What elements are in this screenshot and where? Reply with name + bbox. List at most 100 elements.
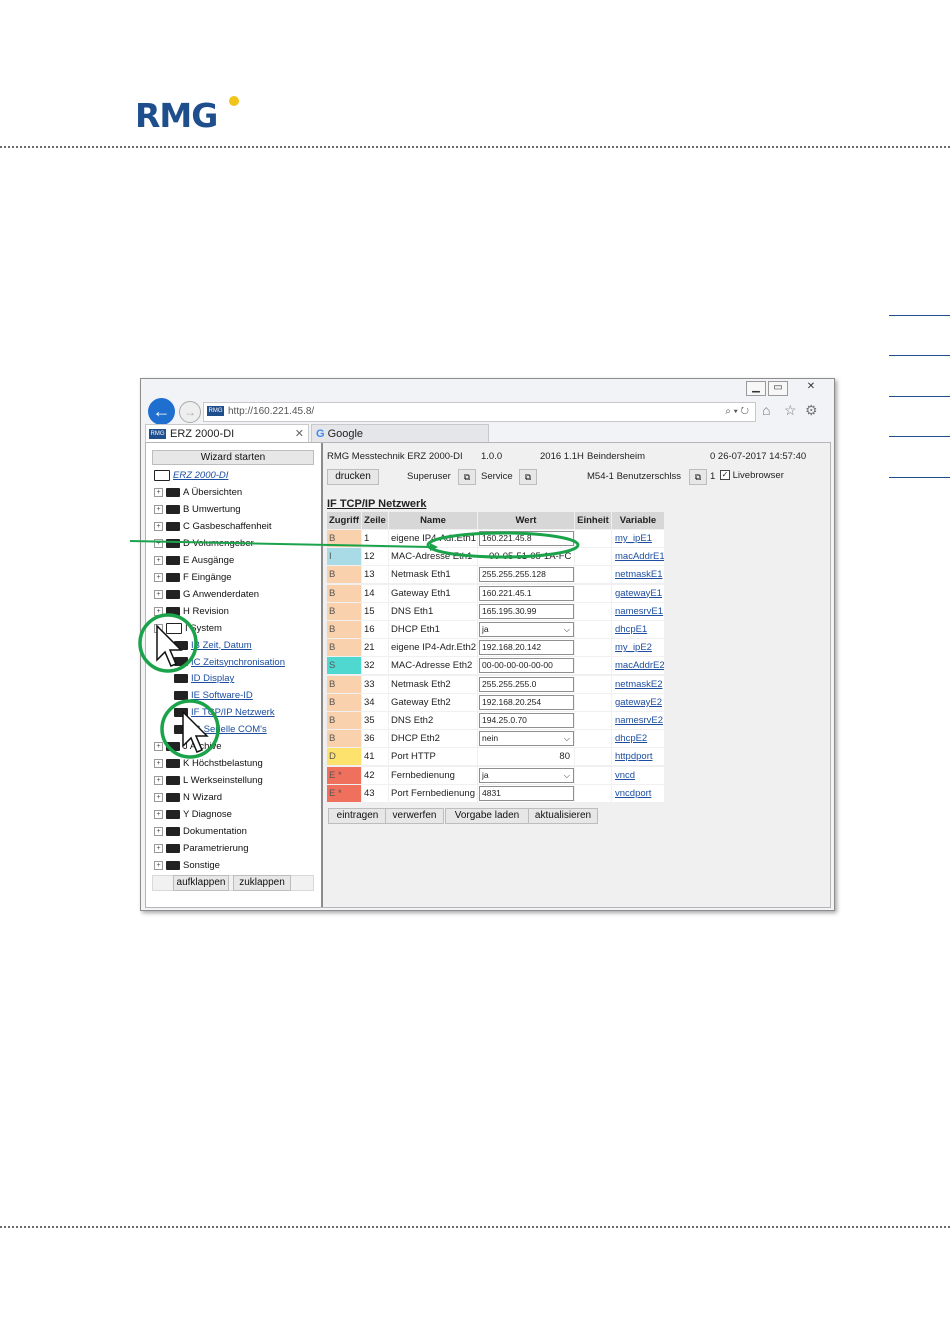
expand-toggle-icon[interactable]: + [154, 776, 163, 786]
expand-toggle-icon[interactable]: + [154, 826, 163, 836]
action-button[interactable]: verwerfen [385, 808, 444, 824]
expand-toggle-icon[interactable]: + [154, 742, 163, 752]
variable-link[interactable]: namesrvE2 [612, 712, 664, 729]
expand-toggle-icon[interactable]: + [154, 555, 163, 565]
expand-toggle-icon[interactable]: + [154, 606, 163, 616]
address-bar[interactable]: RMG http://160.221.45.8/ ⌕ ▾ ↻ [203, 402, 756, 422]
expand-toggle-icon[interactable]: + [154, 843, 163, 853]
tree-item-label: IC Zeitsynchronisation [191, 656, 285, 668]
tree-item[interactable]: + A Übersichten [154, 487, 242, 498]
tree-item[interactable]: IC Zeitsynchronisation [174, 657, 285, 668]
user-popup-icon[interactable]: ⧉ [458, 469, 476, 485]
tree-item[interactable]: IE Software-ID [174, 690, 253, 701]
expand-toggle-icon[interactable]: + [154, 589, 163, 599]
lock-popup-icon[interactable]: ⧉ [689, 469, 707, 485]
tree-item[interactable]: ID Display [174, 673, 234, 684]
tree-item[interactable]: + Y Diagnose [154, 809, 232, 820]
variable-link[interactable]: vncdport [612, 784, 664, 802]
minimize-button[interactable]: ▁ [746, 381, 766, 396]
tree-item[interactable]: + I System [154, 622, 222, 634]
variable-link[interactable]: macAddrE1 [612, 548, 664, 566]
variable-link[interactable]: netmaskE1 [612, 566, 664, 584]
forward-button[interactable]: → [179, 401, 201, 423]
tree-item[interactable]: IF TCP/IP Netzwerk [174, 707, 275, 718]
value-select[interactable]: ja ⌵ [479, 622, 574, 637]
value-input[interactable]: 255.255.255.0 [479, 676, 574, 692]
maximize-button[interactable]: ▭ [768, 381, 788, 396]
expand-toggle-icon[interactable]: + [154, 793, 163, 803]
expand-toggle-icon[interactable]: + [154, 538, 163, 548]
tree-item-label: J Archive [183, 741, 222, 753]
variable-link[interactable]: httpdport [612, 748, 664, 766]
unit-cell [575, 784, 611, 802]
mode-popup-icon[interactable]: ⧉ [519, 469, 537, 485]
value-input[interactable]: 4831 [479, 785, 574, 801]
collapse-button[interactable]: zuklappen [233, 875, 291, 891]
device-name: RMG Messtechnik ERZ 2000-DI [327, 451, 463, 462]
variable-link[interactable]: dhcpE2 [612, 730, 664, 748]
value-input[interactable]: 194.25.0.70 [479, 713, 574, 728]
livebrowser-checkbox[interactable]: ✓ Livebrowser [720, 470, 784, 481]
action-button[interactable]: eintragen [328, 808, 387, 824]
variable-link[interactable]: dhcpE1 [612, 621, 664, 638]
variable-link[interactable]: netmaskE2 [612, 675, 664, 693]
expand-toggle-icon[interactable]: + [154, 487, 163, 497]
value-select[interactable]: nein ⌵ [479, 731, 574, 747]
value-input[interactable]: 192.168.20.254 [479, 694, 574, 710]
tree-item[interactable]: + F Eingänge [154, 572, 232, 583]
expand-toggle-icon[interactable]: + [154, 623, 163, 633]
value-input[interactable]: 160.221.45.1 [479, 585, 574, 601]
variable-link[interactable]: namesrvE1 [612, 602, 664, 620]
expand-toggle-icon[interactable]: + [154, 572, 163, 582]
expand-toggle-icon[interactable]: + [154, 504, 163, 514]
tab-google[interactable]: G Google [311, 424, 489, 443]
tree-item[interactable]: + B Umwertung [154, 504, 241, 515]
expand-button[interactable]: aufklappen [173, 875, 229, 891]
gear-icon[interactable]: ⚙ [805, 402, 818, 419]
tree-item[interactable]: + D Volumengeber [154, 538, 254, 549]
action-button[interactable]: aktualisieren [528, 808, 598, 824]
variable-link[interactable]: macAddrE2 [612, 657, 664, 675]
variable-link[interactable]: vncd [612, 766, 664, 784]
variable-link[interactable]: my_ipE2 [612, 639, 664, 657]
value-select[interactable]: ja ⌵ [479, 767, 574, 783]
wizard-start-button[interactable]: Wizard starten [152, 450, 314, 465]
tree-item[interactable]: + Parametrierung [154, 843, 248, 854]
value-input[interactable]: 00-00-00-00-00-00 [479, 658, 574, 674]
tree-item[interactable]: + J Archive [154, 741, 222, 752]
tree-item[interactable]: + G Anwenderdaten [154, 589, 259, 600]
home-icon[interactable]: ⌂ [762, 402, 770, 418]
value-input[interactable]: 160.221.45.8 [479, 531, 574, 546]
print-button[interactable]: drucken [327, 469, 379, 485]
tree-item[interactable]: + H Revision [154, 606, 229, 617]
variable-link[interactable]: my_ipE1 [612, 530, 664, 547]
expand-toggle-icon[interactable]: + [154, 860, 163, 870]
variable-link[interactable]: gatewayE2 [612, 693, 664, 711]
expand-toggle-icon[interactable]: + [154, 810, 163, 820]
tree-root[interactable]: ERZ 2000-DI [154, 470, 228, 481]
expand-toggle-icon[interactable]: + [154, 521, 163, 531]
column-header: Wert [478, 512, 574, 529]
expand-toggle-icon[interactable]: + [154, 759, 163, 769]
tree-item[interactable]: + L Werkseinstellung [154, 775, 263, 786]
close-tab-icon[interactable]: ✕ [295, 425, 304, 443]
variable-link[interactable]: gatewayE1 [612, 584, 664, 602]
tree-item[interactable]: + K Höchstbelastung [154, 758, 263, 769]
value-input[interactable]: 255.255.255.128 [479, 567, 574, 583]
star-icon[interactable]: ☆ [784, 402, 797, 419]
tree-item[interactable]: + Dokumentation [154, 826, 247, 837]
back-button[interactable]: ← [148, 398, 175, 425]
action-button[interactable]: Vorgabe laden [445, 808, 529, 824]
tree-item[interactable]: + E Ausgänge [154, 555, 234, 566]
tree-item[interactable]: + N Wizard [154, 792, 222, 803]
close-window-button[interactable]: ✕ [799, 381, 823, 394]
page-title[interactable]: IF TCP/IP Netzwerk [327, 498, 426, 510]
tree-item[interactable]: IG Serielle COM's [174, 724, 267, 735]
tab-erz[interactable]: RMG ERZ 2000-DI ✕ [145, 424, 309, 443]
value-input[interactable]: 192.168.20.142 [479, 640, 574, 656]
value-input[interactable]: 165.195.30.99 [479, 603, 574, 619]
tree-item[interactable]: + Sonstige [154, 860, 220, 871]
tree-item[interactable]: IB Zeit, Datum [174, 640, 252, 651]
tree-item[interactable]: + C Gasbeschaffenheit [154, 521, 272, 532]
search-icon[interactable]: ⌕ ▾ ↻ [725, 403, 749, 421]
